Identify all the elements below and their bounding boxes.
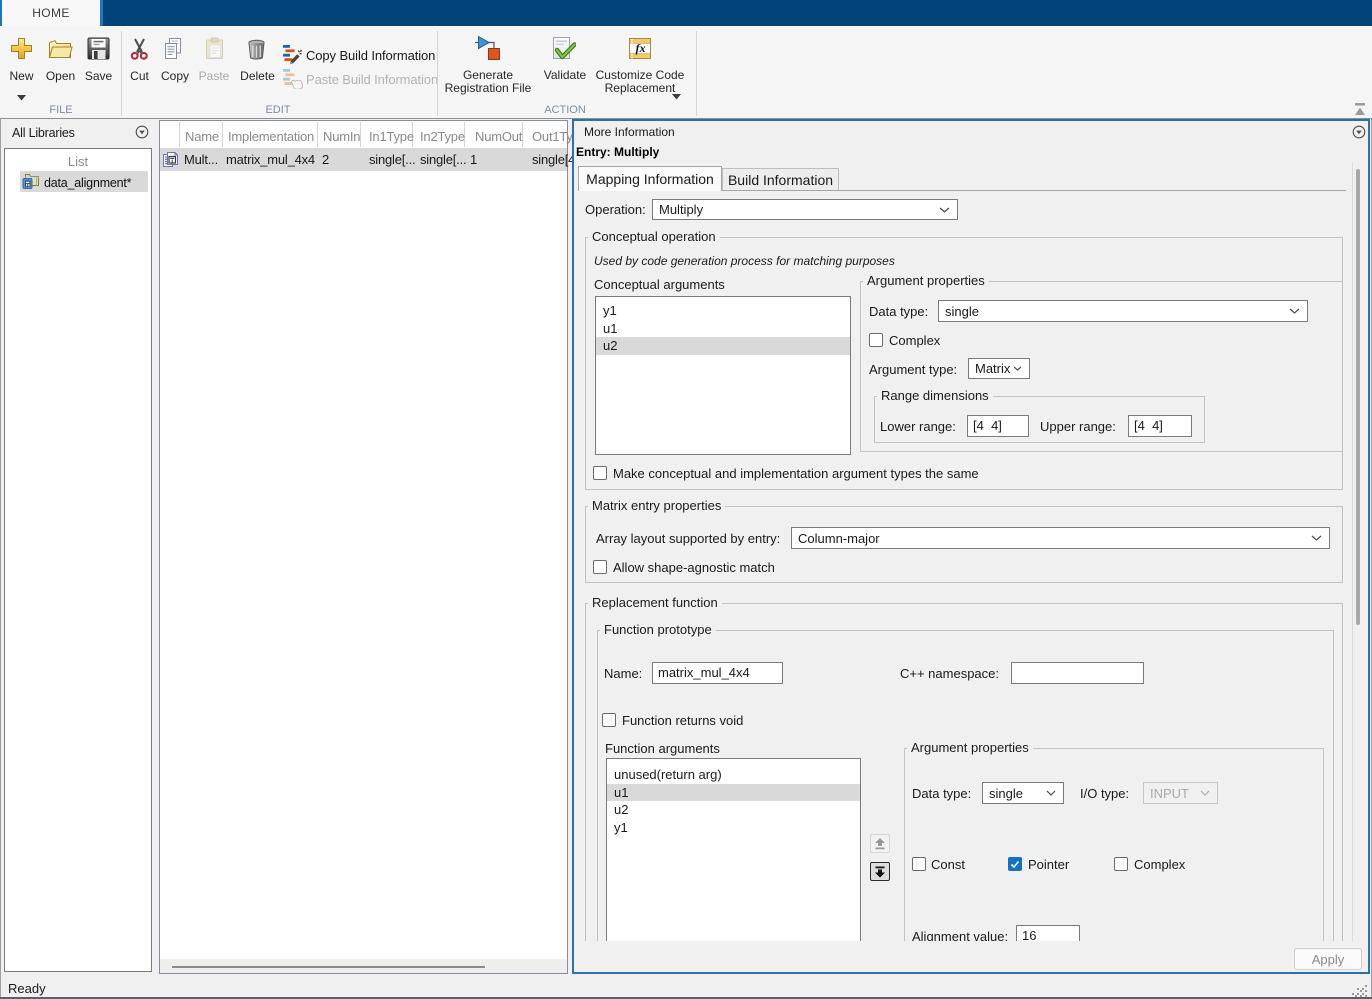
svg-text:fx: fx (636, 41, 646, 55)
